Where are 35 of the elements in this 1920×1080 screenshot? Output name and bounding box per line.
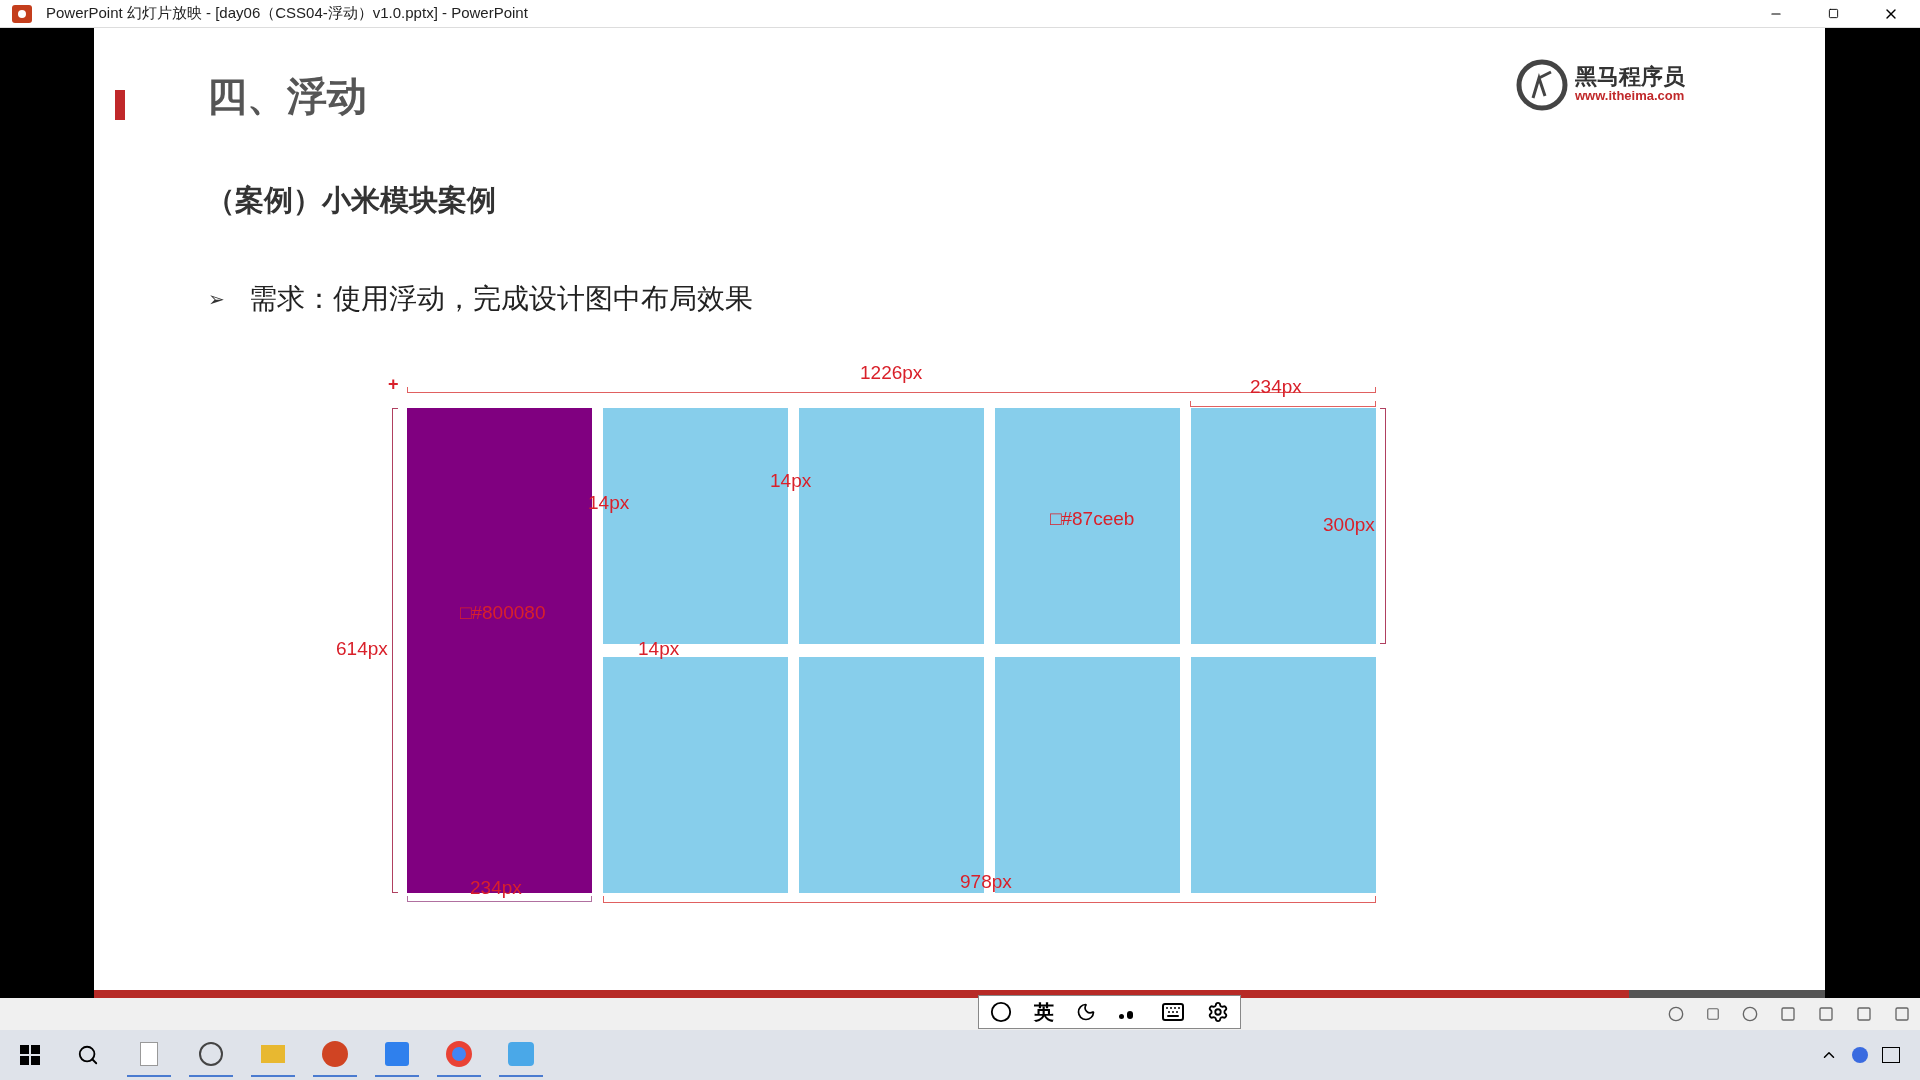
slide-subtitle: （案例）小米模块案例 [206,183,497,218]
window-title: PowerPoint 幻灯片放映 - [day06（CSS04-浮动）v1.0.pptx] - PowerPoint [46,3,528,24]
slideshow-view-icon[interactable] [1894,1006,1910,1022]
sorter-view-icon[interactable] [1818,1006,1834,1022]
next-icon[interactable] [1742,1006,1758,1022]
notes-icon[interactable] [1706,1007,1720,1021]
dimension-label: 234px [1250,376,1302,396]
windows-start-icon[interactable] [20,1045,40,1065]
tray-app-icon[interactable] [1852,1047,1868,1063]
dimension-label: 300px [1323,514,1375,534]
notification-icon[interactable] [1882,1047,1900,1063]
restore-icon[interactable] [1828,7,1839,19]
horse-head-logo-icon [1515,58,1569,112]
ime-mode-button[interactable]: 英 [1034,997,1055,1027]
moon-icon[interactable] [1076,1002,1097,1022]
keyboard-icon[interactable] [1160,1000,1185,1024]
previous-icon[interactable] [1668,1006,1684,1022]
dimension-label: □#87ceeb [1050,508,1135,528]
settings-icon[interactable] [1206,1001,1229,1023]
bullet-text: 需求：使用浮动，完成设计图中布局效果 [249,281,753,316]
dimension-label: □#800080 [460,602,546,622]
bullet-arrow-icon: ➢ [208,288,225,309]
reading-view-icon[interactable] [1856,1006,1872,1022]
dimension-label: 1226px [860,362,923,382]
powerpoint-icon [12,4,32,23]
slide-title: 四、浮动 [207,76,367,116]
dimension-label: 614px [336,638,388,658]
normal-view-icon[interactable] [1780,1006,1796,1022]
origin-marker: + [388,374,399,393]
logo-name: 黑马程序员 [1575,65,1685,88]
logo-url: www.itheima.com [1575,87,1685,105]
dimension-label: 14px [638,638,680,658]
dimension-label: 234px [470,877,522,897]
accent-bar [115,90,125,120]
search-icon[interactable] [77,1044,99,1066]
